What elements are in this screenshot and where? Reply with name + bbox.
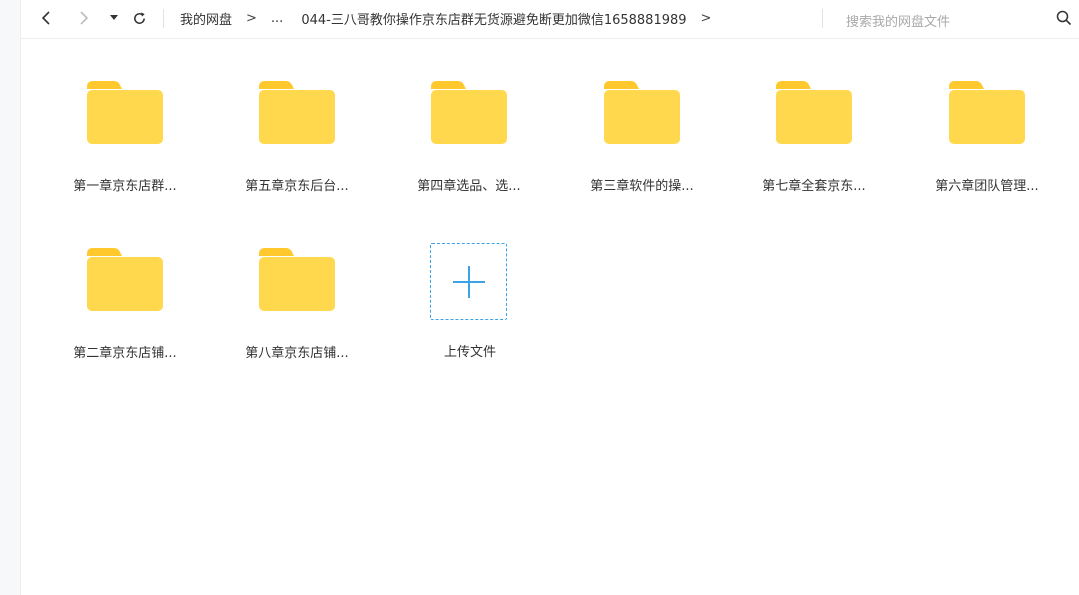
- folder-item[interactable]: 第三章软件的操...: [567, 81, 717, 221]
- folder-icon: [776, 81, 852, 144]
- history-dropdown-button[interactable]: [108, 6, 120, 30]
- folder-name: 第八章京东店铺...: [245, 346, 349, 361]
- folder-name: 第三章软件的操...: [590, 179, 694, 194]
- folder-name: 第七章全套京东...: [762, 179, 866, 194]
- chevron-left-icon: [41, 11, 50, 25]
- folder-icon: [949, 81, 1025, 144]
- upload-label: 上传文件: [443, 345, 496, 360]
- forward-button[interactable]: [76, 6, 92, 30]
- breadcrumb: 我的网盘 > ... 044-三八哥教你操作京东店群无货源避免断更加微信1658…: [180, 0, 725, 37]
- folder-icon: [431, 81, 507, 144]
- refresh-icon: [133, 11, 145, 24]
- toolbar-divider: [163, 9, 164, 28]
- folder-name: 第四章选品、选...: [417, 179, 521, 194]
- folder-item[interactable]: 第七章全套京东...: [739, 81, 889, 221]
- toolbar: 我的网盘 > ... 044-三八哥教你操作京东店群无货源避免断更加微信1658…: [20, 0, 1079, 39]
- folder-name: 第五章京东后台...: [245, 179, 349, 194]
- caret-down-icon: [110, 15, 118, 20]
- plus-icon: [452, 265, 485, 298]
- folder-name: 第一章京东店群...: [73, 179, 177, 194]
- chevron-right-icon: [80, 11, 89, 25]
- folder-item[interactable]: 第二章京东店铺...: [50, 248, 200, 388]
- breadcrumb-current-folder[interactable]: 044-三八哥教你操作京东店群无货源避免断更加微信1658881989: [301, 9, 686, 28]
- folder-item[interactable]: 第五章京东后台...: [222, 81, 372, 221]
- breadcrumb-separator: >: [246, 11, 257, 26]
- folder-item[interactable]: 第六章团队管理...: [912, 81, 1062, 221]
- folder-item[interactable]: 第四章选品、选...: [394, 81, 544, 221]
- breadcrumb-root[interactable]: 我的网盘: [180, 9, 232, 28]
- folder-icon: [604, 81, 680, 144]
- breadcrumb-separator[interactable]: >: [701, 11, 712, 26]
- back-button[interactable]: [38, 6, 54, 30]
- search-divider: [822, 9, 823, 28]
- left-sidebar-strip: [0, 0, 21, 595]
- folder-name: 第二章京东店铺...: [73, 346, 177, 361]
- folder-icon: [87, 81, 163, 144]
- folder-item[interactable]: 第一章京东店群...: [50, 81, 200, 221]
- folder-icon: [259, 81, 335, 144]
- search-placeholder: 搜索我的网盘文件: [846, 15, 951, 30]
- folder-icon: [259, 248, 335, 311]
- search-icon[interactable]: [1056, 10, 1072, 30]
- breadcrumb-ellipsis[interactable]: ...: [271, 11, 283, 26]
- folder-item[interactable]: 第八章京东店铺...: [222, 248, 372, 388]
- search-input[interactable]: 搜索我的网盘文件: [846, 8, 1074, 30]
- refresh-button[interactable]: [130, 6, 148, 30]
- upload-file-button[interactable]: 上传文件: [395, 243, 545, 383]
- folder-name: 第六章团队管理...: [935, 179, 1039, 194]
- upload-dropzone[interactable]: [430, 243, 507, 320]
- folder-icon: [87, 248, 163, 311]
